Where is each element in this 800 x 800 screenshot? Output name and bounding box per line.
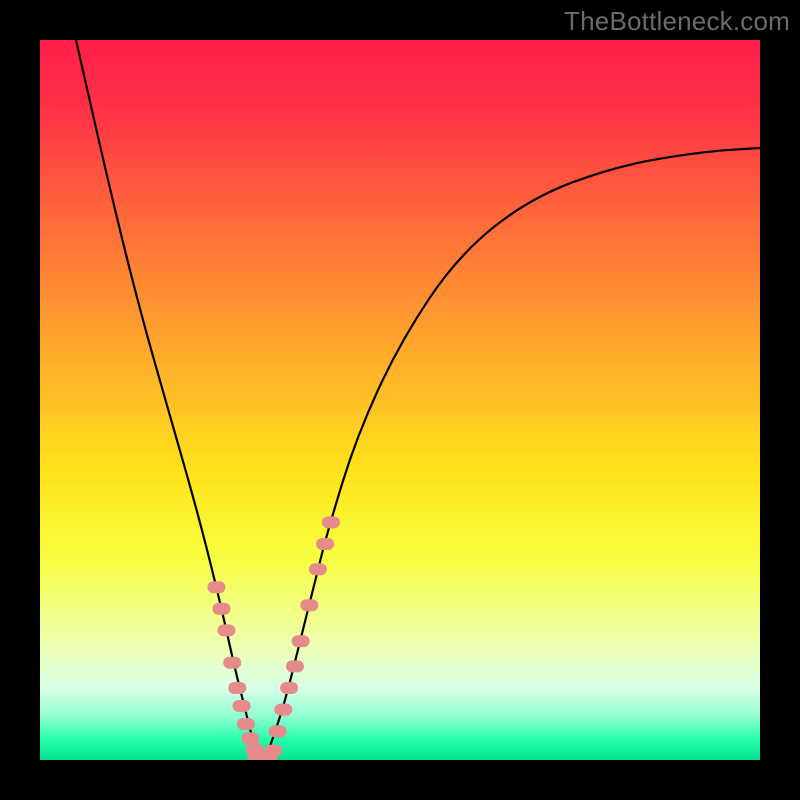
- data-marker: [264, 745, 282, 757]
- data-marker: [280, 682, 298, 694]
- data-marker: [237, 718, 255, 730]
- chart-svg: [40, 40, 760, 760]
- data-marker: [309, 563, 327, 575]
- data-marker: [241, 732, 259, 744]
- plot-area: [40, 40, 760, 760]
- chart-frame: TheBottleneck.com: [0, 0, 800, 800]
- data-marker: [217, 624, 235, 636]
- watermark-text: TheBottleneck.com: [564, 6, 790, 37]
- data-marker: [228, 682, 246, 694]
- data-marker: [274, 704, 292, 716]
- data-marker: [286, 660, 304, 672]
- bottleneck-curve: [76, 40, 760, 759]
- data-marker: [212, 603, 230, 615]
- data-marker: [269, 725, 287, 737]
- data-marker: [207, 581, 225, 593]
- data-marker: [292, 635, 310, 647]
- data-marker: [223, 657, 241, 669]
- data-marker: [300, 599, 318, 611]
- data-marker: [322, 516, 340, 528]
- data-marker: [316, 538, 334, 550]
- data-marker: [233, 700, 251, 712]
